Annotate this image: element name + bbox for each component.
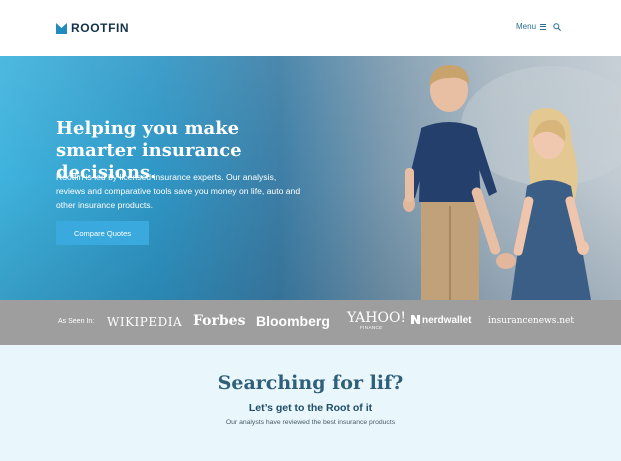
nerdwallet-text: nerdwallet xyxy=(422,315,472,326)
nerdwallet-mark-icon xyxy=(411,315,420,324)
site-header: ROOTFIN Menu xyxy=(0,0,621,56)
hamburger-icon xyxy=(540,23,547,30)
insurancenews-logo: insurancenews.net xyxy=(488,316,574,326)
logo-text: ROOTFIN xyxy=(71,21,130,35)
as-seen-in-bar: As Seen In: WIKIPEDIA Forbes Bloomberg Y… xyxy=(0,300,621,345)
logo-mark-icon xyxy=(56,22,67,34)
hero-description: Rootfin is led by licensed insurance exp… xyxy=(56,172,301,210)
menu-label: Menu xyxy=(516,22,537,31)
compare-quotes-button[interactable]: Compare Quotes xyxy=(56,221,149,245)
section-note: Our analysts have reviewed the best insu… xyxy=(225,419,396,426)
as-seen-in-label: As Seen In: xyxy=(58,318,95,325)
nerdwallet-logo: nerdwallet xyxy=(411,315,471,326)
bloomberg-logo: Bloomberg xyxy=(256,313,330,329)
yahoo-finance-sublabel: FINANCE xyxy=(360,325,383,330)
yahoo-finance-logo: YAHOO! xyxy=(347,310,407,326)
section-subtitle: Let’s get to the Root of it xyxy=(248,402,373,414)
search-section: Searching for lif? Let’s get to the Root… xyxy=(0,345,621,461)
hero-children-photo xyxy=(403,64,621,300)
forbes-logo: Forbes xyxy=(193,313,246,329)
menu-button[interactable]: Menu xyxy=(516,22,547,31)
section-title: Searching for lif? xyxy=(217,372,404,394)
hero-banner: Helping you make smarter insurance decis… xyxy=(0,56,621,300)
wikipedia-logo: WIKIPEDIA xyxy=(107,315,183,329)
search-icon[interactable] xyxy=(553,23,561,31)
site-logo[interactable]: ROOTFIN xyxy=(56,21,129,35)
